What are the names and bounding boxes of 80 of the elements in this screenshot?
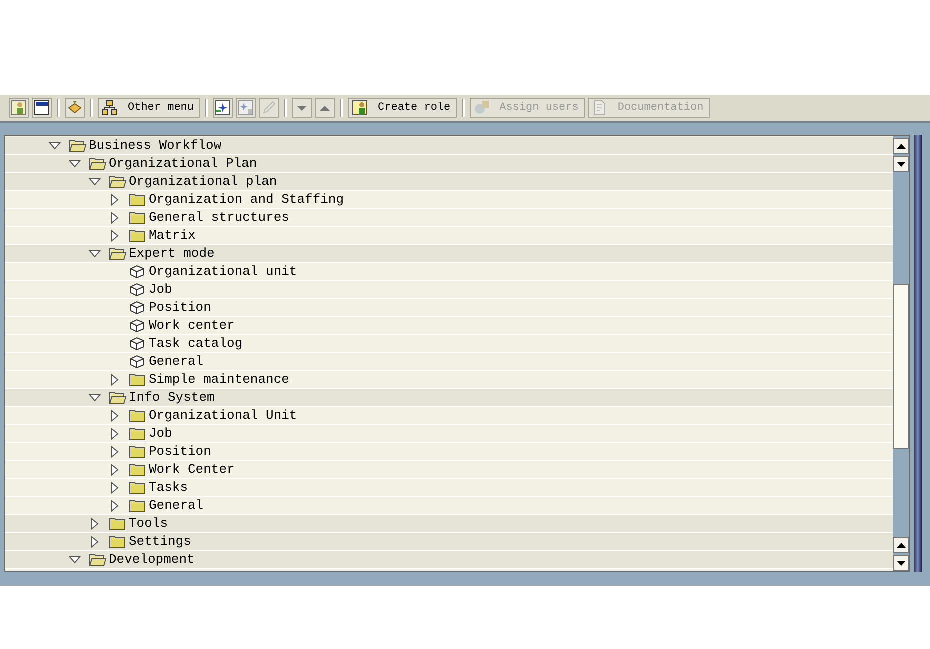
tree-node[interactable]: Job (149, 282, 172, 297)
open-folder-icon (89, 552, 107, 566)
collapsed-triangle-icon[interactable] (89, 536, 101, 548)
collapsed-triangle-icon[interactable] (109, 194, 121, 206)
collapsed-triangle-icon[interactable] (109, 374, 121, 386)
tree-node[interactable]: Business Workflow (89, 138, 222, 153)
open-folder-icon (109, 246, 127, 260)
down-triangle-icon (896, 162, 906, 166)
folder-icon (129, 462, 147, 476)
folder-icon (129, 192, 147, 206)
scroll-down-button[interactable] (893, 555, 909, 571)
tree-node[interactable]: Work center (149, 318, 235, 333)
tree-node[interactable]: Position (149, 444, 212, 459)
folder-icon (129, 480, 147, 494)
tree-node[interactable]: Settings (129, 534, 192, 549)
tree-node[interactable]: General (149, 354, 204, 369)
collapsed-triangle-icon[interactable] (109, 230, 121, 242)
person-icon (11, 100, 27, 116)
hierarchy-icon (102, 100, 118, 116)
tree-node[interactable]: Simple maintenance (149, 372, 290, 387)
collapsed-triangle-icon[interactable] (109, 446, 121, 458)
tree-node[interactable]: Organizational Plan (109, 156, 258, 171)
person-icon (352, 100, 368, 116)
tree-node[interactable]: Organization and Staffing (149, 192, 344, 207)
tree-node[interactable]: Expert mode (129, 246, 215, 261)
tree-node[interactable]: Tasks (149, 480, 188, 495)
expanded-triangle-icon[interactable] (49, 140, 61, 152)
open-folder-icon (89, 156, 107, 170)
scroll-down-button[interactable] (893, 156, 909, 172)
tree-node[interactable]: Info System (129, 390, 215, 405)
folder-icon (129, 228, 147, 242)
up-triangle-icon (896, 144, 906, 148)
tree-node[interactable]: General structures (149, 210, 290, 225)
collapsed-triangle-icon[interactable] (109, 212, 121, 224)
open-folder-icon (109, 174, 127, 188)
collapsed-triangle-icon[interactable] (109, 428, 121, 440)
tree-node[interactable]: Task catalog (149, 336, 243, 351)
collapsed-triangle-icon[interactable] (109, 464, 121, 476)
folder-icon (109, 516, 127, 530)
collapsed-triangle-icon[interactable] (89, 518, 101, 530)
pencil-icon (261, 100, 278, 116)
tree-node[interactable]: Tools (129, 516, 168, 531)
folder-icon (129, 426, 147, 440)
expanded-triangle-icon[interactable] (69, 158, 81, 170)
toolbar-button[interactable] (32, 98, 52, 118)
star-add-icon (215, 100, 232, 116)
expanded-triangle-icon[interactable] (69, 554, 81, 566)
tree-node[interactable]: General (149, 498, 204, 513)
window-icon (34, 100, 50, 116)
tree-node[interactable]: Organizational Unit (149, 408, 298, 423)
expanded-triangle-icon[interactable] (89, 392, 101, 404)
tree-node[interactable]: Job (149, 426, 172, 441)
tree-node[interactable]: Development (109, 552, 195, 567)
collapsed-triangle-icon[interactable] (109, 500, 121, 512)
up-triangle-icon (896, 542, 906, 548)
toolbar-button[interactable]: Create role (348, 98, 457, 118)
folder-icon (129, 498, 147, 512)
folder-icon (109, 534, 127, 548)
scrollbar-thumb[interactable] (893, 284, 909, 449)
folder-icon (129, 408, 147, 422)
tree-node[interactable]: Organizational plan (129, 174, 278, 189)
collapsed-triangle-icon[interactable] (109, 482, 121, 494)
document-icon (592, 100, 608, 116)
scroll-up-button[interactable] (893, 537, 909, 553)
folder-icon (129, 210, 147, 224)
collapsed-triangle-icon[interactable] (109, 410, 121, 422)
folder-icon (129, 444, 147, 458)
open-folder-icon (109, 390, 127, 404)
open-folder-icon (69, 138, 87, 152)
tree-node[interactable]: Organizational unit (149, 264, 298, 279)
scroll-up-button[interactable] (893, 138, 909, 154)
expanded-triangle-icon[interactable] (89, 248, 101, 260)
folder-icon (129, 372, 147, 386)
toolbar-button[interactable]: Other menu (98, 98, 200, 118)
expanded-triangle-icon[interactable] (89, 176, 101, 188)
tree-node[interactable]: Position (149, 300, 212, 315)
tree-node[interactable]: Matrix (149, 228, 196, 243)
down-triangle-icon (896, 560, 906, 566)
toolbar-button[interactable] (213, 98, 234, 118)
tree-node[interactable]: Work Center (149, 462, 235, 477)
